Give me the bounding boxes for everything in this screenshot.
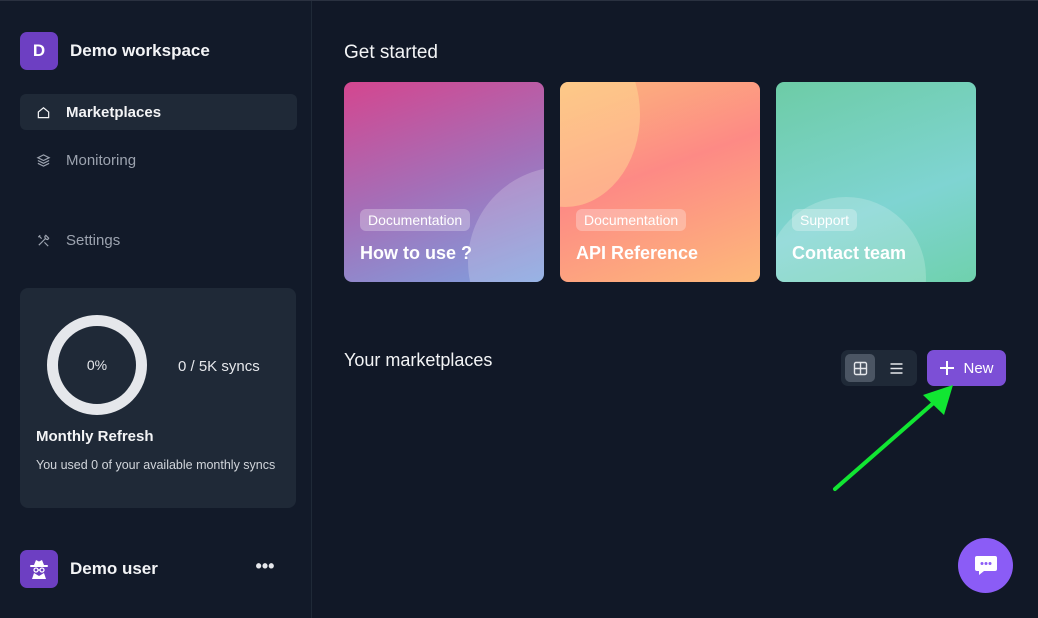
grid-view-button[interactable] xyxy=(845,354,875,382)
marketplaces-title: Your marketplaces xyxy=(344,350,493,370)
card-tag: Documentation xyxy=(360,209,471,231)
card-api-reference[interactable]: Documentation API Reference xyxy=(560,82,760,282)
card-title: Contact team xyxy=(792,243,907,263)
card-title: API Reference xyxy=(576,243,699,263)
sidebar: D Demo workspace Marketplaces Monitoring xyxy=(0,1,312,618)
card-tag: Documentation xyxy=(576,209,687,231)
user-name: Demo user xyxy=(70,559,158,578)
card-how-to-use[interactable]: Documentation How to use ? xyxy=(344,82,544,282)
usage-title: Monthly Refresh xyxy=(36,428,154,445)
usage-percent: 0% xyxy=(86,357,108,373)
card-tag: Support xyxy=(792,209,858,231)
app-window: D Demo workspace Marketplaces Monitoring xyxy=(0,0,1038,618)
nav-label-marketplaces: Marketplaces xyxy=(66,103,162,121)
nav-label-monitoring: Monitoring xyxy=(66,151,137,169)
syncs-count: 0 / 5K syncs xyxy=(178,358,260,375)
nav-label-settings: Settings xyxy=(66,231,121,249)
usage-description: You used 0 of your available monthly syn… xyxy=(36,458,276,472)
get-started-title: Get started xyxy=(344,42,438,63)
user-profile[interactable]: Demo user xyxy=(20,550,158,588)
card-contact-team[interactable]: Support Contact team xyxy=(776,82,976,282)
spy-icon xyxy=(30,560,48,579)
chat-icon xyxy=(974,555,997,575)
workspace-name: Demo workspace xyxy=(70,41,210,60)
annotation-arrow-icon xyxy=(833,385,953,491)
usage-card: 0% 0 / 5K syncs Monthly Refresh You used… xyxy=(20,288,296,508)
nav-item-monitoring[interactable]: Monitoring xyxy=(20,142,297,178)
nav-item-settings[interactable]: Settings xyxy=(20,222,297,258)
user-avatar xyxy=(20,550,58,588)
list-view-button[interactable] xyxy=(881,354,911,382)
tools-icon xyxy=(37,233,50,247)
new-button-label: New xyxy=(963,359,994,377)
list-icon xyxy=(890,362,902,374)
layers-icon xyxy=(36,153,51,167)
workspace-switcher[interactable]: D Demo workspace xyxy=(20,32,210,70)
grid-icon xyxy=(853,361,867,375)
usage-ring: 0% xyxy=(47,315,147,415)
user-menu-button[interactable]: ••• xyxy=(254,557,276,580)
chat-launcher-button[interactable] xyxy=(958,538,1013,593)
home-icon xyxy=(37,106,50,118)
plus-icon xyxy=(940,361,955,375)
workspace-avatar: D xyxy=(20,32,58,70)
card-title: How to use ? xyxy=(360,243,472,263)
nav-item-marketplaces[interactable]: Marketplaces xyxy=(20,94,297,130)
